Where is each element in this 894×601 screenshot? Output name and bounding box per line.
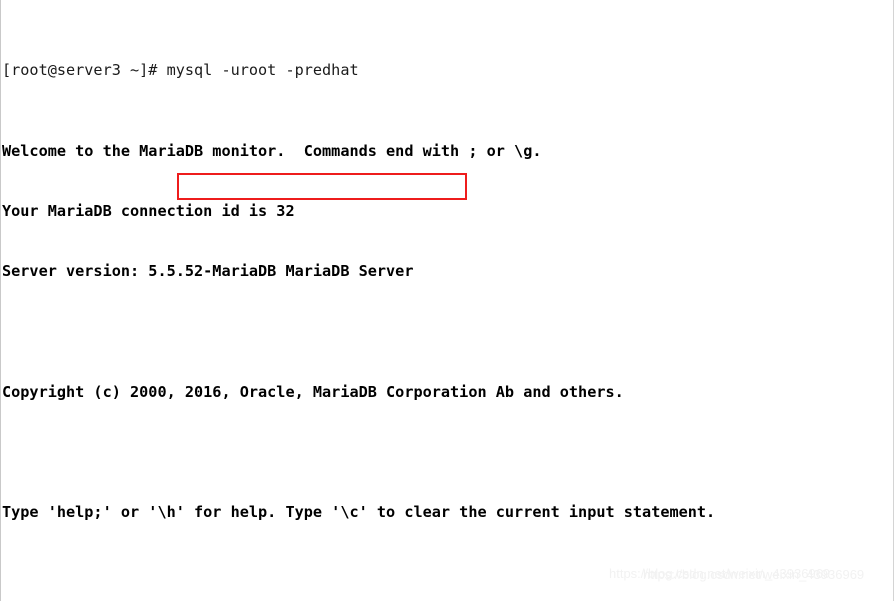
blank-line-before-query bbox=[2, 583, 893, 601]
banner-line-connection-id: Your MariaDB connection id is 32 bbox=[2, 201, 295, 220]
shell-command-line: [root@server3 ~]# mysql -uroot -predhat bbox=[2, 60, 893, 80]
banner-line-help: Type 'help;' or '\h' for help. Type '\c'… bbox=[2, 503, 716, 522]
terminal-window[interactable]: [root@server3 ~]# mysql -uroot -predhat … bbox=[0, 0, 894, 601]
shell-prompt: [root@server3 ~]# bbox=[2, 61, 167, 80]
terminal-screen: [root@server3 ~]# mysql -uroot -predhat … bbox=[2, 0, 893, 601]
banner-line-server-version: Server version: 5.5.52-MariaDB MariaDB S… bbox=[2, 262, 414, 281]
shell-command-text: mysql -uroot -predhat bbox=[166, 61, 359, 80]
banner-line-copyright: Copyright (c) 2000, 2016, Oracle, MariaD… bbox=[2, 382, 624, 401]
banner-line-blank-1 bbox=[2, 322, 893, 342]
banner-line-blank-2 bbox=[2, 442, 893, 462]
banner-line-welcome: Welcome to the MariaDB monitor. Commands… bbox=[2, 141, 542, 160]
